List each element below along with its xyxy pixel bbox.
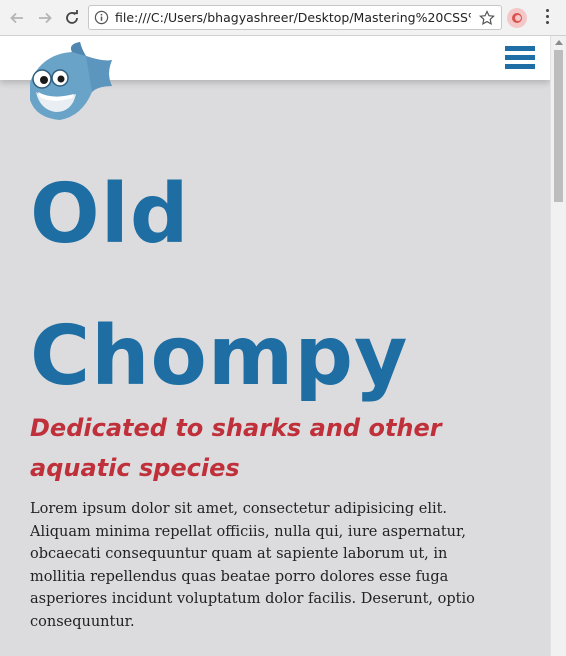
reload-icon[interactable] <box>61 7 83 29</box>
back-arrow-icon[interactable] <box>6 7 28 29</box>
address-url[interactable]: file:///C:/Users/bhagyashreer/Desktop/Ma… <box>115 10 471 26</box>
scrollbar-thumb[interactable] <box>554 50 563 202</box>
page-viewport: Old Chompy Dedicated to sharks and other… <box>0 36 550 656</box>
star-icon[interactable] <box>479 10 495 26</box>
address-bar[interactable]: file:///C:/Users/bhagyashreer/Desktop/Ma… <box>88 5 502 30</box>
menu-dots-icon[interactable] <box>541 9 553 27</box>
shark-logo[interactable] <box>22 42 114 122</box>
scroll-up-arrow-icon[interactable] <box>555 40 563 45</box>
info-icon[interactable] <box>94 10 109 25</box>
forward-arrow-icon[interactable] <box>34 7 56 29</box>
page-subtitle: Dedicated to sharks and other aquatic sp… <box>30 414 442 482</box>
hamburger-menu-icon[interactable] <box>505 46 535 70</box>
browser-toolbar: file:///C:/Users/bhagyashreer/Desktop/Ma… <box>0 0 566 36</box>
extension-icon[interactable] <box>507 8 527 28</box>
page-title: Old Chompy <box>30 167 409 404</box>
vertical-scrollbar[interactable] <box>550 36 566 656</box>
body-paragraph: Lorem ipsum dolor sit amet, consectetur … <box>30 501 475 630</box>
